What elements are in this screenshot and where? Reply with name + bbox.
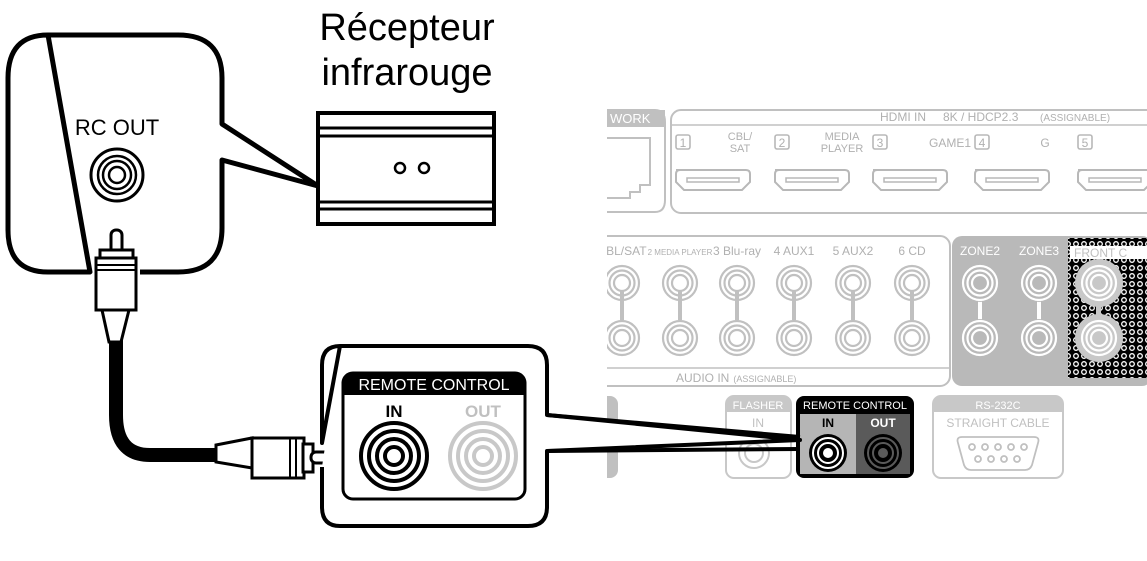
audio-jack-icon xyxy=(607,319,641,357)
audio-jack-icon xyxy=(718,319,756,357)
front-label: FRONT C xyxy=(1074,246,1127,260)
ir-receiver-icon xyxy=(316,111,496,226)
audio-jack-icon xyxy=(834,319,872,357)
hdmi-input-name-2: SAT xyxy=(730,143,751,155)
audio-jack-icon xyxy=(775,319,813,357)
audio-input-label: 3 Blu-ray xyxy=(713,244,761,258)
hdmi-spec: 8K / HDCP2.3 xyxy=(943,110,1019,124)
hdmi-header: HDMI IN xyxy=(880,110,926,124)
audio-jack-icon xyxy=(893,264,931,302)
audio-jack-icon xyxy=(661,319,699,357)
audio-input-label: 2 MEDIA PLAYER xyxy=(648,248,713,257)
audio-jack-icon xyxy=(607,264,641,302)
hdmi-input-number: 4 xyxy=(979,136,986,150)
hdmi-input-3: 3 GAME1 xyxy=(872,134,971,191)
hdmi-assignable: (ASSIGNABLE) xyxy=(1040,113,1110,124)
zone-jack-icon xyxy=(961,264,999,302)
audio-input-label: 5 AUX2 xyxy=(833,244,874,258)
zone-jack-icon xyxy=(961,319,999,357)
hdmi-input-name: CBL/ xyxy=(728,131,753,143)
zone-label: ZONE3 xyxy=(1019,244,1059,258)
callout-header: REMOTE CONTROL xyxy=(358,377,509,394)
audio-jack-icon xyxy=(661,264,699,302)
hdmi-input-5: 5 xyxy=(1077,134,1147,191)
panel-remote-out-jack-icon xyxy=(864,434,902,472)
zone-jack-icon xyxy=(1020,319,1058,357)
hdmi-input-number: 3 xyxy=(877,136,884,150)
title-line-1: Récepteur xyxy=(319,7,495,49)
hdmi-input-number: 2 xyxy=(779,136,786,150)
panel-remote-in: IN xyxy=(822,416,834,430)
audio-jack-icon xyxy=(775,264,813,302)
rs232-sub: STRAIGHT CABLE xyxy=(946,416,1049,430)
audio-jack-icon xyxy=(718,264,756,302)
audio-input-label: CBL/SAT xyxy=(597,244,647,258)
panel-remote-out: OUT xyxy=(870,416,896,430)
source-device xyxy=(5,32,321,275)
rca-cable xyxy=(94,228,333,480)
hdmi-input-1: 1 CBL/SAT xyxy=(675,131,753,191)
hdmi-input-4: 4G xyxy=(974,134,1050,191)
front-jack-icon xyxy=(1075,259,1123,307)
hdmi-input-number: 5 xyxy=(1082,136,1089,150)
rs232-header: RS-232C xyxy=(975,400,1020,412)
panel-remote-control: REMOTE CONTROL IN OUT xyxy=(796,396,914,478)
panel-remote-header: REMOTE CONTROL xyxy=(803,400,907,412)
hdmi-input-name: GAME1 xyxy=(929,136,971,150)
flasher-in-label: IN xyxy=(752,416,764,430)
hdmi-input-2: 2 MEDIAPLAYER xyxy=(774,131,864,191)
audio-jack-icon xyxy=(893,319,931,357)
connection-diagram: Récepteur infrarouge RC OUT WORK HDMI IN… xyxy=(5,7,1147,528)
panel-remote-in-jack-icon xyxy=(809,434,847,472)
audio-in-footer: AUDIO IN (ASSIGNABLE) xyxy=(676,371,796,385)
rear-panel: WORK HDMI IN 8K / HDCP2.3 (ASSIGNABLE) 1… xyxy=(597,109,1147,479)
zone-jack-icon xyxy=(1020,264,1058,302)
rc-out-label: RC OUT xyxy=(75,115,159,140)
hdmi-input-name: G xyxy=(1040,136,1049,150)
network-label: WORK xyxy=(610,111,651,126)
title-line-2: infrarouge xyxy=(321,52,492,94)
rs232-port-icon xyxy=(956,436,1040,471)
audio-jack-icon xyxy=(834,264,872,302)
hdmi-input-number: 1 xyxy=(680,136,687,150)
hdmi-input-name-2: PLAYER xyxy=(821,143,864,155)
flasher-header: FLASHER xyxy=(733,400,784,412)
front-jack-icon xyxy=(1075,314,1123,362)
hdmi-input-name: MEDIA xyxy=(825,131,861,143)
audio-input-label: 4 AUX1 xyxy=(774,244,815,258)
callout-out-label: OUT xyxy=(465,402,502,421)
callout-in-label: IN xyxy=(386,402,403,421)
zone-label: ZONE2 xyxy=(960,244,1000,258)
audio-input-label: 6 CD xyxy=(898,244,926,258)
